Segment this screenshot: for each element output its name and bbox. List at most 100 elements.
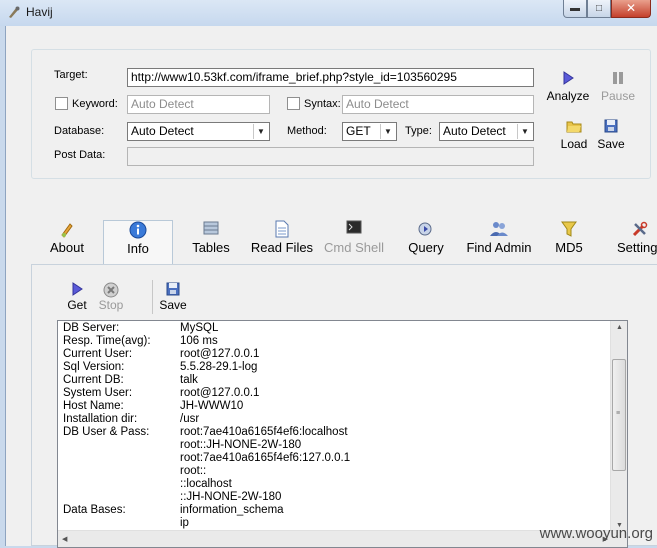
tab-about-label: About bbox=[50, 240, 84, 255]
output-value: ::JH-NONE-2W-180 bbox=[180, 491, 282, 503]
save-output-button[interactable]: Save bbox=[157, 282, 189, 312]
stop-label: Stop bbox=[98, 298, 124, 312]
target-label: Target: bbox=[54, 69, 88, 81]
output-row: System User: root@127.0.0.1 bbox=[63, 387, 259, 400]
tab-md5-label: MD5 bbox=[555, 240, 583, 255]
output-row: Sql Version: 5.5.28-29.1-log bbox=[63, 361, 257, 374]
output-value: JH-WWW10 bbox=[180, 400, 244, 412]
syntax-checkbox[interactable] bbox=[287, 97, 300, 110]
output-row: Installation dir: /usr bbox=[63, 413, 199, 426]
save-label: Save bbox=[597, 137, 625, 151]
tab-cmd-shell[interactable]: Cmd Shell bbox=[322, 220, 386, 264]
close-button[interactable]: ✕ bbox=[611, 0, 651, 18]
watermark: www.wooyun.org bbox=[539, 525, 653, 542]
output-key: Installation dir: bbox=[63, 413, 138, 425]
minimize-button[interactable]: ▬ bbox=[563, 0, 587, 18]
tab-about[interactable]: About bbox=[43, 220, 91, 264]
table-icon bbox=[186, 220, 236, 240]
tab-tables-label: Tables bbox=[192, 240, 230, 255]
output-row: Data Bases: information_schema bbox=[63, 504, 284, 517]
output-key: System User: bbox=[63, 387, 133, 399]
tab-md5[interactable]: MD5 bbox=[549, 220, 589, 264]
tab-cmd-shell-label: Cmd Shell bbox=[324, 240, 384, 255]
document-icon bbox=[250, 220, 314, 240]
get-label: Get bbox=[67, 298, 87, 312]
output-textarea[interactable]: DB Server: MySQL Resp. Time(avg): 106 ms Cur… bbox=[57, 320, 628, 548]
funnel-icon bbox=[549, 220, 589, 240]
output-value: information_schema bbox=[180, 504, 284, 516]
grip-icon: ≡ bbox=[616, 410, 621, 417]
output-value: 5.5.28-29.1-log bbox=[180, 361, 258, 373]
tab-settings[interactable]: Settings bbox=[617, 220, 657, 264]
tab-read-files-label: Read Files bbox=[250, 240, 314, 255]
postdata-input[interactable] bbox=[127, 147, 534, 166]
chevron-down-icon: ▼ bbox=[253, 124, 268, 139]
analyze-label: Analyze bbox=[546, 89, 590, 103]
scroll-up-icon[interactable]: ▲ bbox=[616, 324, 623, 331]
target-input[interactable]: http://www10.53kf.com/iframe_brief.php?s… bbox=[127, 68, 534, 87]
chevron-down-icon: ▼ bbox=[517, 124, 532, 139]
type-select-value: Auto Detect bbox=[443, 124, 506, 138]
output-value: MySQL bbox=[180, 322, 219, 334]
folder-icon bbox=[555, 119, 593, 137]
floppy-disk-icon bbox=[157, 282, 189, 298]
database-label: Database: bbox=[54, 125, 105, 137]
output-row: Host Name: JH-WWW10 bbox=[63, 400, 243, 413]
maximize-button[interactable]: □ bbox=[587, 0, 611, 18]
keyword-input[interactable]: Auto Detect bbox=[127, 95, 270, 114]
output-row: Current DB: talk bbox=[63, 374, 198, 387]
pencil-icon bbox=[43, 220, 91, 240]
toolbar-separator bbox=[152, 280, 153, 314]
output-row: Current User: root@127.0.0.1 bbox=[63, 348, 259, 361]
output-value: root:7ae410a6165f4ef6:127.0.0.1 bbox=[180, 452, 351, 464]
database-select[interactable]: Auto Detect ▼ bbox=[127, 122, 270, 141]
tab-query-label: Query bbox=[408, 240, 444, 255]
analyze-button[interactable]: Analyze bbox=[542, 71, 594, 103]
pause-label: Pause bbox=[600, 89, 636, 103]
play-icon bbox=[63, 282, 91, 298]
stop-button[interactable]: Stop bbox=[95, 282, 127, 312]
stop-icon bbox=[95, 282, 127, 298]
window-title: Havij bbox=[26, 5, 53, 19]
output-key: Resp. Time(avg): bbox=[63, 335, 151, 347]
output-key: DB Server: bbox=[63, 322, 120, 334]
tab-settings-label: Settings bbox=[617, 240, 657, 255]
syntax-input[interactable]: Auto Detect bbox=[342, 95, 534, 114]
play-icon bbox=[542, 71, 594, 89]
output-value: talk bbox=[180, 374, 198, 386]
output-key: Host Name: bbox=[63, 400, 124, 412]
tab-info-label: Info bbox=[127, 241, 149, 256]
pause-button[interactable]: Pause bbox=[596, 71, 640, 103]
output-value: /usr bbox=[180, 413, 200, 425]
users-icon bbox=[461, 220, 537, 240]
method-select[interactable]: GET ▼ bbox=[342, 122, 397, 141]
output-key: Current DB: bbox=[63, 374, 124, 386]
load-button[interactable]: Load bbox=[555, 119, 593, 151]
vertical-scrollbar[interactable]: ▲ ≡ ▼ bbox=[610, 321, 627, 532]
output-row: DB User & Pass: root:7ae410a6165f4ef6:loc… bbox=[63, 426, 348, 439]
scrollbar-thumb[interactable]: ≡ bbox=[612, 359, 626, 471]
output-value: ip bbox=[180, 517, 189, 529]
tab-query[interactable]: Query bbox=[404, 220, 448, 264]
save-button[interactable]: Save bbox=[594, 119, 628, 151]
tab-info[interactable]: Info bbox=[103, 220, 173, 264]
floppy-disk-icon bbox=[594, 119, 628, 137]
keyword-checkbox[interactable] bbox=[55, 97, 68, 110]
get-button[interactable]: Get bbox=[63, 282, 91, 312]
method-label: Method: bbox=[287, 125, 327, 137]
type-label: Type: bbox=[405, 125, 432, 137]
output-key: DB User & Pass: bbox=[63, 426, 150, 438]
output-value: ::localhost bbox=[180, 478, 232, 490]
output-key: Data Bases: bbox=[63, 504, 126, 516]
output-value: 106 ms bbox=[180, 335, 218, 347]
tab-read-files[interactable]: Read Files bbox=[250, 220, 314, 264]
tab-tables[interactable]: Tables bbox=[186, 220, 236, 264]
scroll-left-icon[interactable]: ◀ bbox=[62, 535, 67, 543]
save-output-label: Save bbox=[159, 298, 187, 312]
type-select[interactable]: Auto Detect ▼ bbox=[439, 122, 534, 141]
tab-find-admin[interactable]: Find Admin bbox=[461, 220, 537, 264]
output-key: Sql Version: bbox=[63, 361, 125, 373]
query-icon bbox=[404, 220, 448, 240]
app-icon bbox=[7, 5, 23, 21]
output-row: DB Server: MySQL bbox=[63, 322, 218, 335]
